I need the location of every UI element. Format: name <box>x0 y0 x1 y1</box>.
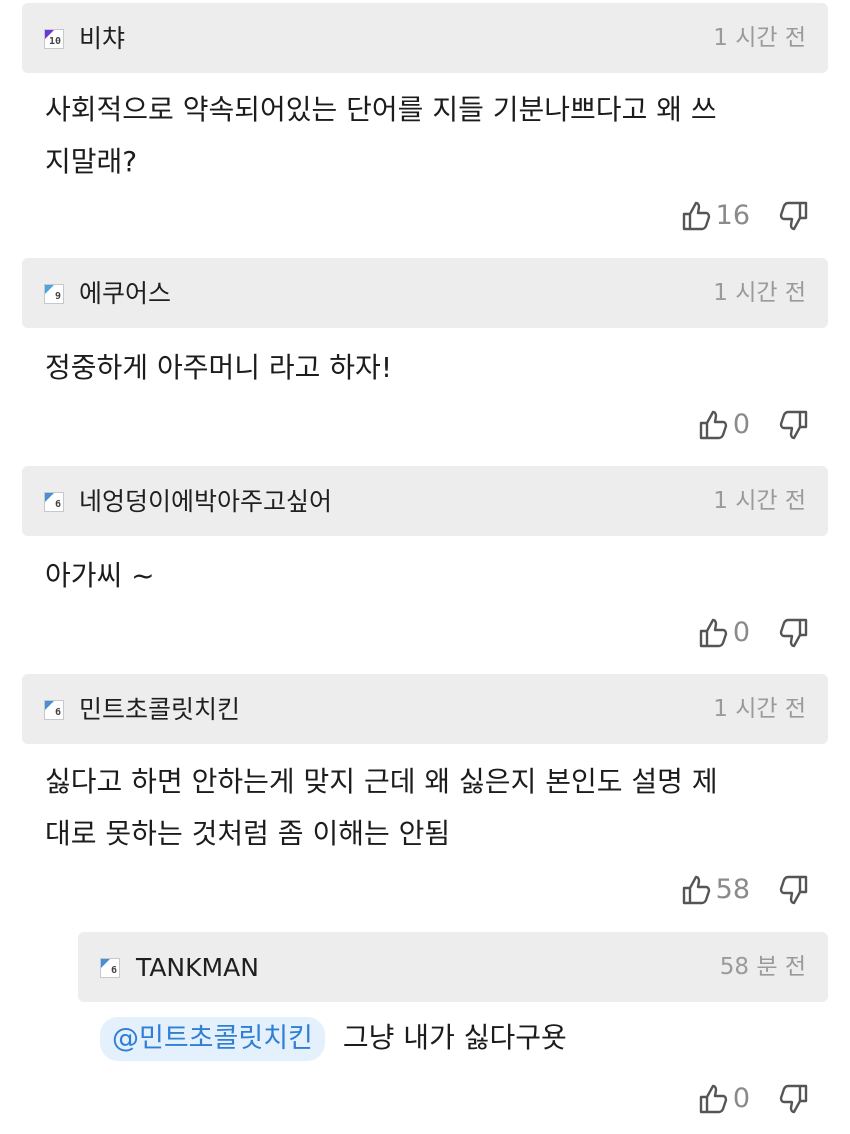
nickname[interactable]: TANKMAN <box>136 952 259 984</box>
comment-text: 아가씨 ~ <box>45 559 155 592</box>
nickname[interactable]: 네엉덩이에박아주고싶어 <box>79 486 332 518</box>
thumbs-down-icon[interactable] <box>778 617 810 649</box>
thumbs-up-icon[interactable] <box>680 874 712 906</box>
reply-header: 6 TANKMAN 58 분 전 <box>78 932 828 1002</box>
nickname[interactable]: 민트초콜릿치킨 <box>79 694 240 726</box>
like-count: 0 <box>732 617 750 648</box>
timestamp: 1 시간 전 <box>713 696 806 722</box>
thumbs-up-icon[interactable] <box>697 409 729 441</box>
like-count: 58 <box>715 874 750 905</box>
timestamp: 1 시간 전 <box>713 25 806 51</box>
nickname[interactable]: 에쿠어스 <box>79 278 171 310</box>
comment-text: 정중하게 아주머니 라고 하자! <box>45 351 393 384</box>
thumbs-down-icon[interactable] <box>778 1083 810 1115</box>
level-badge-icon: 6 <box>44 700 64 720</box>
reply-actions: 0 <box>697 1079 810 1119</box>
timestamp: 1 시간 전 <box>713 488 806 514</box>
level-badge-icon: 6 <box>44 492 64 512</box>
level-badge-icon: 6 <box>100 958 120 978</box>
timestamp: 1 시간 전 <box>713 280 806 306</box>
nickname[interactable]: 비챠 <box>79 23 125 55</box>
thumbs-down-icon[interactable] <box>778 874 810 906</box>
level-badge-icon: 9 <box>44 284 64 304</box>
comment-header: 6 민트초콜릿치킨 1 시간 전 <box>22 674 828 744</box>
level-badge-icon: 10 <box>44 29 64 49</box>
comment-text: 싫다고 하면 안하는게 맞지 근데 왜 싫은지 본인도 설명 제 대로 못하는 … <box>45 765 718 850</box>
comment-header: 6 네엉덩이에박아주고싶어 1 시간 전 <box>22 466 828 536</box>
comment-actions: 58 <box>680 870 810 910</box>
comment-actions: 0 <box>697 405 810 445</box>
thumbs-down-icon[interactable] <box>778 200 810 232</box>
reply-text: @민트초콜릿치킨 그냥 내가 싫다구욧 <box>100 1016 567 1061</box>
timestamp: 58 분 전 <box>719 954 806 980</box>
thumbs-up-icon[interactable] <box>680 200 712 232</box>
comment-actions: 16 <box>680 196 810 236</box>
thumbs-up-icon[interactable] <box>697 617 729 649</box>
comment-header: 10 비챠 1 시간 전 <box>22 3 828 73</box>
comment-header: 9 에쿠어스 1 시간 전 <box>22 258 828 328</box>
thumbs-up-icon[interactable] <box>697 1083 729 1115</box>
thumbs-down-icon[interactable] <box>778 409 810 441</box>
comment-text: 사회적으로 약속되어있는 단어를 지들 기분나쁘다고 왜 쓰 지말래? <box>45 93 717 178</box>
like-count: 0 <box>732 1083 750 1114</box>
comment-actions: 0 <box>697 613 810 653</box>
like-count: 0 <box>732 409 750 440</box>
mention-tag[interactable]: @민트초콜릿치킨 <box>100 1017 325 1061</box>
like-count: 16 <box>715 200 750 231</box>
